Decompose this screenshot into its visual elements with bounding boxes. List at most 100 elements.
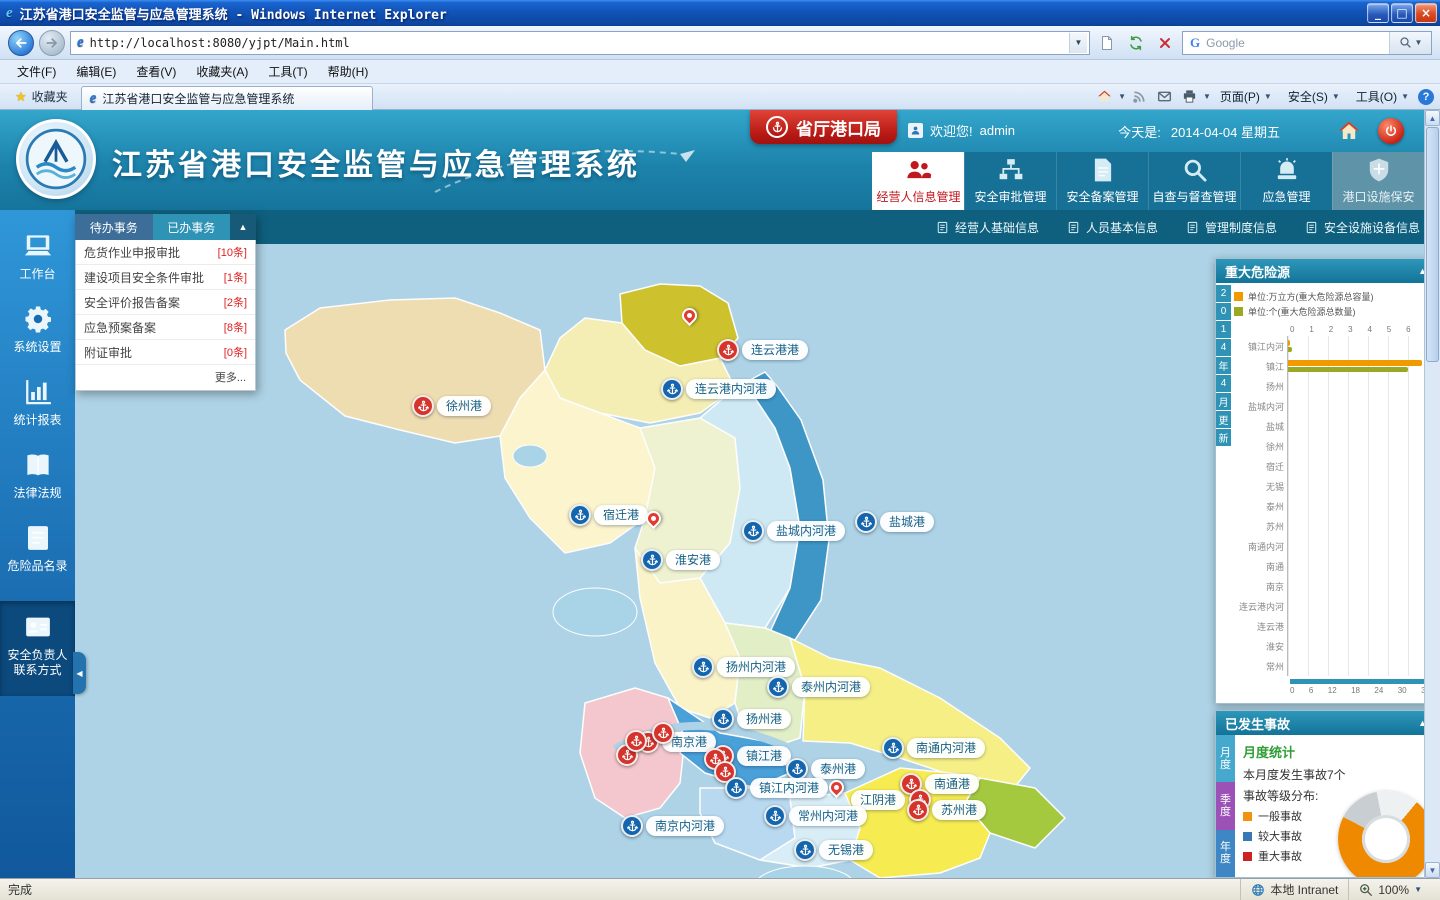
star-icon: ★ — [15, 89, 27, 105]
zoom-magnifier-icon — [1359, 883, 1373, 897]
feed-button[interactable] — [1128, 86, 1151, 108]
sidebar-item-statistic-reports[interactable]: 统计报表 — [0, 366, 75, 439]
subnav-item[interactable]: 管理制度信息 — [1186, 219, 1277, 236]
period-tab[interactable]: 季度 — [1216, 782, 1235, 829]
safety-menu-button[interactable]: 安全(S)▼ — [1281, 88, 1347, 105]
nav-tab[interactable]: 应急管理 — [1240, 152, 1332, 210]
menu-item[interactable]: 查看(V) — [127, 61, 185, 82]
port-marker[interactable] — [794, 839, 816, 861]
page-scrollbar[interactable]: ▲ ▼ — [1424, 110, 1440, 878]
port-marker[interactable] — [661, 378, 683, 400]
accident-legend-swatch — [1243, 812, 1252, 821]
stop-button[interactable] — [1153, 31, 1177, 55]
search-button[interactable]: ▼ — [1389, 32, 1431, 54]
zoom-control[interactable]: 100% ▼ — [1348, 879, 1432, 900]
address-input[interactable]: e http://localhost:8080/yjpt/Main.html ▼ — [70, 31, 1090, 55]
sidebar-item-laws-regulations[interactable]: 法律法规 — [0, 439, 75, 512]
print-button[interactable] — [1178, 86, 1201, 108]
period-tab[interactable]: 年度 — [1216, 830, 1235, 877]
todo-row[interactable]: 危货作业申报审批[10条] — [76, 240, 255, 265]
date-value: 2014-04-04 星期五 — [1171, 122, 1280, 141]
todo-more-link[interactable]: 更多... — [76, 365, 255, 390]
port-marker[interactable] — [786, 758, 808, 780]
refresh-button[interactable] — [1124, 31, 1148, 55]
port-marker[interactable] — [742, 520, 764, 542]
period-tab[interactable]: 月度 — [1216, 735, 1235, 782]
search-input[interactable]: G Google ▼ — [1182, 31, 1432, 55]
accident-title: 已发生事故 — [1225, 714, 1290, 733]
todo-row[interactable]: 建设项目安全条件审批[1条] — [76, 265, 255, 290]
port-marker[interactable] — [569, 504, 591, 526]
sidebar-item-hazmat-list[interactable]: 危险品名录 — [0, 512, 75, 585]
search-placeholder: Google — [1206, 36, 1383, 50]
page-menu-button[interactable]: 页面(P)▼ — [1213, 88, 1279, 105]
print-caret[interactable]: ▼ — [1203, 92, 1211, 101]
subnav-item[interactable]: 人员基本信息 — [1067, 219, 1158, 236]
home-shortcut-button[interactable] — [1334, 118, 1364, 144]
todo-collapse-button[interactable]: ▲ — [230, 214, 256, 240]
port-marker[interactable] — [855, 511, 877, 533]
port-marker[interactable] — [725, 777, 747, 799]
scroll-down-button[interactable]: ▼ — [1425, 862, 1440, 878]
subnav-item[interactable]: 安全设施设备信息 — [1305, 219, 1420, 236]
close-button[interactable]: × — [1415, 3, 1437, 23]
nav-tab[interactable]: 安全备案管理 — [1056, 152, 1148, 210]
mail-button[interactable] — [1153, 86, 1176, 108]
sidebar-item-label: 系统设置 — [13, 340, 61, 355]
port-marker[interactable] — [621, 815, 643, 837]
menu-item[interactable]: 编辑(E) — [67, 61, 125, 82]
welcome-label: 欢迎您! — [930, 121, 973, 140]
port-marker[interactable] — [712, 708, 734, 730]
sidebar-item-workbench[interactable]: 工作台 — [0, 220, 75, 293]
minimize-button[interactable]: _ — [1367, 3, 1389, 23]
port-marker[interactable] — [652, 722, 674, 744]
nav-tab-label: 港口设施保安 — [1342, 188, 1414, 205]
menu-item[interactable]: 帮助(H) — [319, 61, 378, 82]
nav-tab[interactable]: 安全审批管理 — [964, 152, 1056, 210]
sidebar-item-system-settings[interactable]: 系统设置 — [0, 293, 75, 366]
help-button[interactable]: ? — [1418, 89, 1434, 105]
subdoc-icon — [936, 221, 949, 234]
todo-tab[interactable]: 待办事务 — [75, 214, 153, 240]
back-button[interactable] — [8, 30, 34, 56]
danger-chart-row: 盐城内河 — [1234, 396, 1430, 416]
port-marker[interactable] — [412, 395, 434, 417]
nav-tab[interactable]: 自查与督查管理 — [1148, 152, 1240, 210]
sidebar-item-safety-contacts[interactable]: 安全负责人联系方式 — [0, 601, 75, 696]
browser-tab[interactable]: e 江苏省港口安全监管与应急管理系统 — [81, 86, 373, 110]
todo-row[interactable]: 安全评价报告备案[2条] — [76, 290, 255, 315]
tools-menu-button[interactable]: 工具(O)▼ — [1349, 88, 1416, 105]
danger-update-strip: 2014年4月更新 — [1216, 283, 1231, 703]
todo-tab[interactable]: 已办事务 — [153, 214, 231, 240]
port-marker[interactable] — [907, 799, 929, 821]
home-toolbar-button[interactable] — [1093, 86, 1116, 108]
subnav-item[interactable]: 经营人基础信息 — [936, 219, 1039, 236]
nav-tab[interactable]: 港口设施保安 — [1332, 152, 1424, 210]
port-marker[interactable] — [767, 676, 789, 698]
port-marker[interactable] — [717, 339, 739, 361]
port-marker[interactable] — [882, 737, 904, 759]
todo-row[interactable]: 附证审批[0条] — [76, 340, 255, 365]
port-marker[interactable] — [692, 656, 714, 678]
address-dropdown-button[interactable]: ▼ — [1069, 33, 1087, 53]
sidebar-item-label: 安全负责人联系方式 — [4, 648, 71, 678]
nav-tab[interactable]: 经营人信息管理 — [872, 152, 964, 210]
port-marker[interactable] — [641, 549, 663, 571]
forward-button[interactable] — [39, 30, 65, 56]
bureau-badge: 省厅港口局 — [750, 110, 897, 144]
scroll-up-button[interactable]: ▲ — [1425, 110, 1440, 126]
menu-item[interactable]: 收藏夹(A) — [187, 61, 257, 82]
menu-item[interactable]: 文件(F) — [8, 61, 65, 82]
favorites-button[interactable]: ★ 收藏夹 — [6, 86, 77, 108]
maximize-button[interactable]: □ — [1391, 3, 1413, 23]
scroll-thumb[interactable] — [1426, 127, 1439, 362]
danger-chart-row: 苏州 — [1234, 516, 1430, 536]
sidebar-collapse-handle[interactable]: ◀ — [73, 652, 86, 694]
compatibility-button[interactable] — [1095, 31, 1119, 55]
todo-row[interactable]: 应急预案备案[8条] — [76, 315, 255, 340]
port-marker[interactable] — [764, 805, 786, 827]
logout-button[interactable] — [1378, 118, 1404, 144]
menu-item[interactable]: 工具(T) — [259, 61, 316, 82]
port-marker[interactable] — [625, 730, 647, 752]
home-caret[interactable]: ▼ — [1118, 92, 1126, 101]
